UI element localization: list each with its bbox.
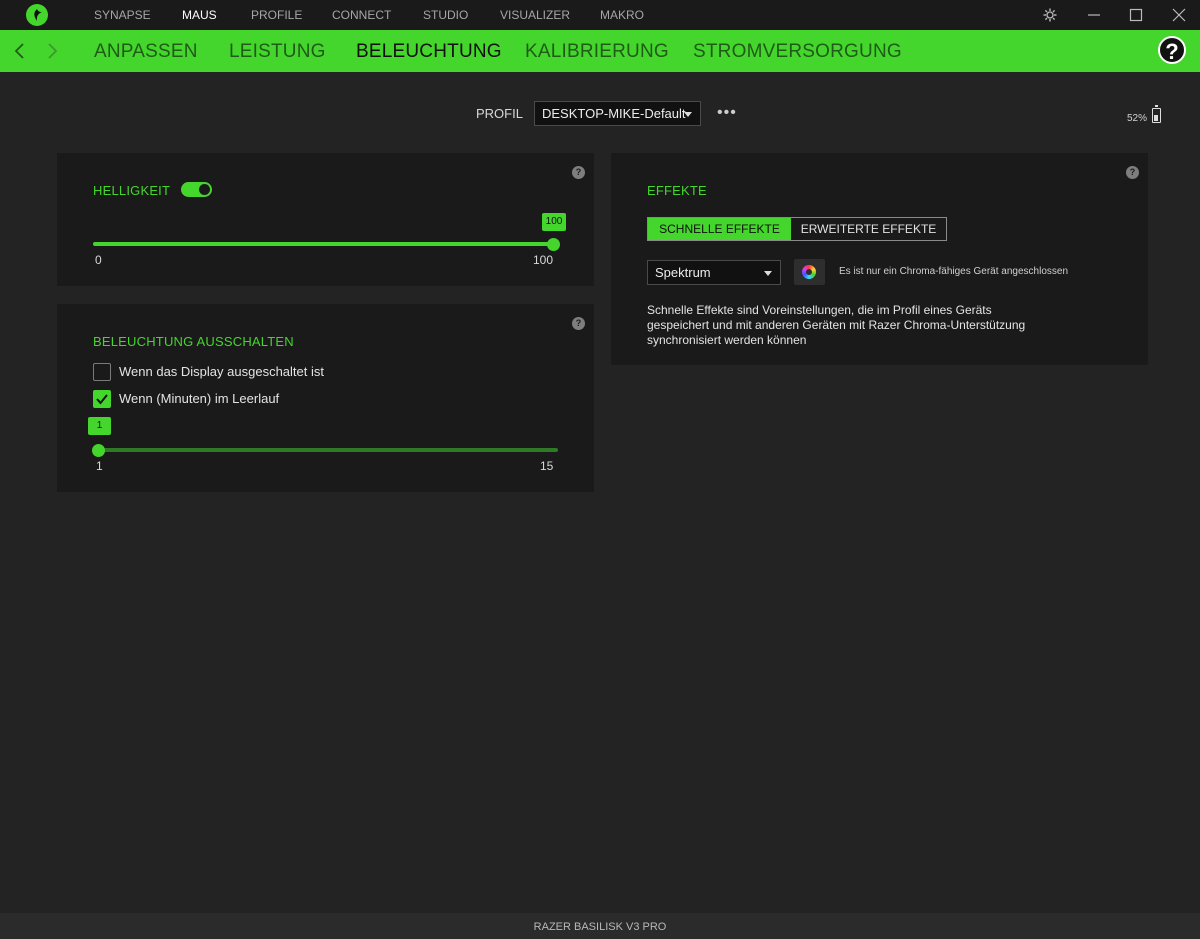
tab-profile[interactable]: PROFILE (251, 8, 302, 22)
tab-anpassen[interactable]: ANPASSEN (94, 41, 198, 63)
effects-panel: ? EFFEKTE SCHNELLE EFFEKTE ERWEITERTE EF… (611, 153, 1148, 365)
idle-value-tooltip: 1 (88, 417, 111, 435)
maximize-icon[interactable] (1121, 0, 1151, 30)
idle-min: 1 (96, 459, 103, 473)
brightness-max: 100 (533, 253, 554, 267)
dropdown-caret-icon (684, 112, 692, 117)
tab-leistung[interactable]: LEISTUNG (229, 41, 326, 63)
lights-off-title: BELEUCHTUNG AUSSCHALTEN (93, 334, 294, 349)
more-options-icon[interactable]: ••• (717, 104, 737, 122)
idle-slider-track[interactable] (98, 448, 558, 452)
description-line: gespeichert und mit anderen Geräten mit … (647, 318, 1026, 332)
effect-dropdown[interactable]: Spektrum (647, 260, 781, 285)
tab-maus[interactable]: MAUS (182, 8, 217, 22)
description-line: synchronisiert werden können (647, 333, 807, 347)
tab-beleuchtung[interactable]: BELEUCHTUNG (356, 41, 502, 63)
tab-visualizer[interactable]: VISUALIZER (500, 8, 570, 22)
idle-slider-thumb[interactable] (92, 444, 105, 457)
brightness-value-tooltip: 100 (542, 213, 566, 231)
help-icon[interactable]: ? (572, 317, 585, 330)
tab-kalibrierung[interactable]: KALIBRIERUNG (525, 41, 669, 63)
brightness-min: 0 (95, 253, 102, 267)
battery-icon (1152, 105, 1161, 123)
profile-selected-value: DESKTOP-MIKE-Default (542, 106, 686, 121)
tab-synapse[interactable]: SYNAPSE (94, 8, 151, 22)
idle-label: Wenn (Minuten) im Leerlauf (119, 391, 280, 406)
brightness-slider-thumb[interactable] (547, 238, 560, 251)
battery-percent: 52% (1127, 113, 1148, 124)
idle-max: 15 (540, 459, 554, 473)
forward-arrow-icon[interactable] (44, 42, 60, 60)
title-bar: SYNAPSE MAUS PROFILE CONNECT STUDIO VISU… (0, 0, 1200, 30)
sub-nav-bar: ANPASSEN LEISTUNG BELEUCHTUNG KALIBRIERU… (0, 30, 1200, 72)
help-icon[interactable]: ? (1158, 36, 1186, 64)
back-arrow-icon[interactable] (12, 42, 28, 60)
display-off-label: Wenn das Display ausgeschaltet ist (119, 364, 324, 379)
effects-tab-group: SCHNELLE EFFEKTE ERWEITERTE EFFEKTE (647, 217, 947, 241)
brightness-slider-track[interactable] (93, 242, 553, 246)
effects-description: Schnelle Effekte sind Voreinstellungen, … (647, 303, 1067, 348)
profile-dropdown[interactable]: DESKTOP-MIKE-Default (534, 101, 701, 126)
quick-effects-tab[interactable]: SCHNELLE EFFEKTE (648, 218, 791, 240)
settings-gear-icon[interactable] (1035, 0, 1065, 30)
help-icon[interactable]: ? (572, 166, 585, 179)
checkmark-icon (96, 394, 108, 405)
brightness-panel: ? HELLIGKEIT 100 0 100 (57, 153, 594, 286)
lights-off-panel: ? BELEUCHTUNG AUSSCHALTEN Wenn das Displ… (57, 304, 594, 492)
close-icon[interactable] (1164, 0, 1194, 30)
profile-label: PROFIL (476, 106, 523, 121)
brightness-toggle[interactable] (181, 182, 212, 197)
effects-title: EFFEKTE (647, 183, 707, 198)
idle-checkbox[interactable] (93, 390, 111, 408)
tab-makro[interactable]: MAKRO (600, 8, 644, 22)
razer-logo-icon[interactable] (26, 4, 48, 26)
status-bar: RAZER BASILISK V3 PRO (0, 913, 1200, 939)
description-line: Schnelle Effekte sind Voreinstellungen, … (647, 303, 992, 317)
effect-selected-value: Spektrum (655, 265, 711, 280)
display-off-checkbox[interactable] (93, 363, 111, 381)
tab-stromversorgung[interactable]: STROMVERSORGUNG (693, 41, 902, 63)
chroma-button[interactable] (794, 259, 825, 285)
tab-studio[interactable]: STUDIO (423, 8, 468, 22)
minimize-icon[interactable] (1079, 0, 1109, 30)
device-name: RAZER BASILISK V3 PRO (533, 921, 667, 933)
help-icon[interactable]: ? (1126, 166, 1139, 179)
chroma-icon (802, 265, 816, 279)
brightness-title: HELLIGKEIT (93, 183, 171, 198)
advanced-effects-tab[interactable]: ERWEITERTE EFFEKTE (791, 218, 946, 240)
tab-connect[interactable]: CONNECT (332, 8, 391, 22)
dropdown-caret-icon (764, 271, 772, 276)
chroma-note: Es ist nur ein Chroma-fähiges Gerät ange… (839, 266, 1069, 277)
